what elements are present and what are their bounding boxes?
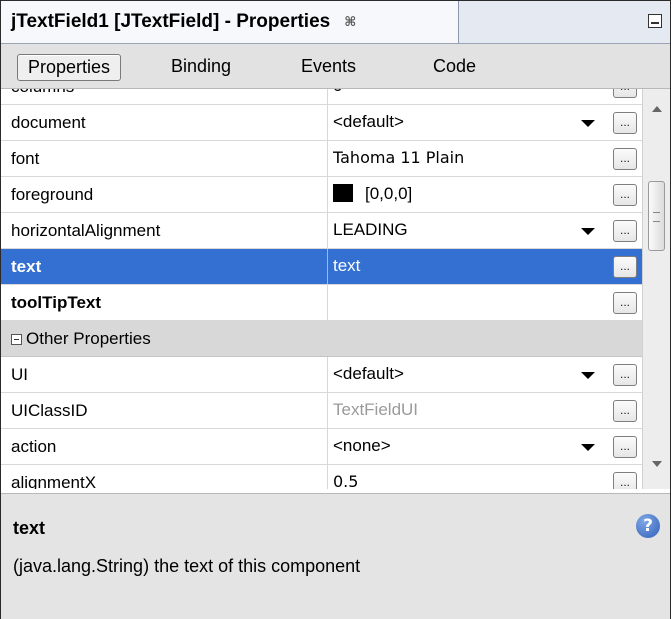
column-divider — [327, 249, 328, 284]
tab-events[interactable]: Events — [291, 54, 366, 81]
dropdown-arrow-icon[interactable] — [581, 444, 595, 451]
property-name: action — [11, 437, 57, 456]
category-label: Other Properties — [26, 329, 151, 348]
category-header: Other Properties — [11, 321, 321, 356]
tab-properties[interactable]: Properties — [17, 54, 122, 81]
vertical-scrollbar[interactable] — [642, 89, 670, 489]
property-name: document — [11, 113, 86, 132]
scroll-down-icon[interactable] — [652, 461, 662, 467]
collapse-icon[interactable] — [11, 334, 22, 345]
window-tab[interactable]: jTextField1 [JTextField] - Properties ⌘ — [1, 1, 459, 43]
property-name: UIClassID — [11, 401, 88, 420]
ellipsis-button[interactable]: ... — [613, 364, 637, 386]
property-value[interactable]: Tahoma 11 Plain — [333, 141, 593, 176]
property-name: UI — [11, 365, 28, 384]
tab-bar: Properties Binding Events Code — [1, 44, 670, 89]
close-icon[interactable]: ⌘ — [344, 14, 356, 30]
scrollbar-thumb[interactable] — [648, 181, 665, 251]
ellipsis-button[interactable]: ... — [613, 89, 637, 98]
property-name: foreground — [11, 185, 94, 204]
property-name: horizontalAlignment — [11, 221, 161, 240]
column-divider — [327, 285, 328, 320]
column-divider — [327, 357, 328, 392]
column-divider — [327, 213, 328, 248]
property-value[interactable]: 0 — [333, 89, 593, 104]
ellipsis-button[interactable]: ... — [613, 220, 637, 242]
dropdown-arrow-icon[interactable] — [581, 228, 595, 235]
property-name: alignmentX — [11, 473, 97, 489]
property-name: toolTipText — [11, 293, 102, 312]
property-name: font — [11, 149, 40, 168]
property-value[interactable] — [333, 285, 593, 320]
property-row-font[interactable]: font Tahoma 11 Plain ... — [1, 141, 642, 177]
column-divider — [327, 429, 328, 464]
property-name: text — [11, 257, 42, 276]
column-divider — [327, 141, 328, 176]
column-divider — [327, 393, 328, 428]
description-text: (java.lang.String) the text of this comp… — [13, 556, 361, 576]
ellipsis-button[interactable]: ... — [613, 112, 637, 134]
property-row-ui[interactable]: UI <default> ... — [1, 357, 642, 393]
color-swatch — [333, 183, 353, 202]
minimize-icon[interactable] — [648, 14, 662, 28]
property-row-tooltip-text[interactable]: toolTipText ... — [1, 285, 642, 321]
category-other-properties[interactable]: Other Properties — [1, 321, 642, 357]
property-value: TextFieldUI — [333, 400, 419, 419]
ellipsis-button[interactable]: ... — [613, 472, 637, 489]
column-divider — [327, 89, 328, 104]
tab-code[interactable]: Code — [423, 54, 486, 81]
property-row-foreground[interactable]: foreground [0,0,0] ... — [1, 177, 642, 213]
property-value[interactable]: LEADING — [333, 213, 593, 248]
property-row-uiclassid[interactable]: UIClassID TextFieldUI ... — [1, 393, 642, 429]
tab-binding[interactable]: Binding — [161, 54, 241, 81]
column-divider — [327, 465, 328, 489]
column-divider — [327, 177, 328, 212]
property-row-text[interactable]: text text ... — [1, 249, 642, 285]
properties-window: jTextField1 [JTextField] - Properties ⌘ … — [0, 0, 671, 619]
help-icon[interactable]: ? — [636, 514, 660, 538]
dropdown-arrow-icon[interactable] — [581, 120, 595, 127]
property-row-columns[interactable]: columns 0 ... — [1, 89, 642, 105]
ellipsis-button[interactable]: ... — [613, 292, 637, 314]
description-title: text — [13, 518, 46, 538]
property-value[interactable]: <default> — [333, 105, 593, 140]
ellipsis-button[interactable]: ... — [613, 400, 637, 422]
property-grid: columns 0 ... document <default> ... fon… — [1, 89, 670, 489]
dropdown-arrow-icon[interactable] — [581, 372, 595, 379]
ellipsis-button[interactable]: ... — [613, 148, 637, 170]
color-value: [0,0,0] — [365, 184, 413, 203]
property-value[interactable]: <default> — [333, 357, 593, 392]
property-row-horizontal-alignment[interactable]: horizontalAlignment LEADING ... — [1, 213, 642, 249]
property-row-alignmentx[interactable]: alignmentX 0.5 ... — [1, 465, 642, 489]
title-bar: jTextField1 [JTextField] - Properties ⌘ — [1, 1, 670, 44]
property-value[interactable]: text — [333, 249, 593, 284]
scroll-up-icon[interactable] — [652, 106, 662, 112]
column-divider — [327, 105, 328, 140]
ellipsis-button[interactable]: ... — [613, 256, 637, 278]
ellipsis-button[interactable]: ... — [613, 436, 637, 458]
property-row-document[interactable]: document <default> ... — [1, 105, 642, 141]
description-panel: text (java.lang.String) the text of this… — [1, 493, 670, 619]
property-row-action[interactable]: action <none> ... — [1, 429, 642, 465]
property-value[interactable]: 0.5 — [333, 465, 593, 489]
window-title: jTextField1 [JTextField] - Properties — [11, 11, 331, 32]
property-name: columns — [11, 89, 321, 104]
property-value[interactable]: [0,0,0] — [333, 177, 593, 212]
ellipsis-button[interactable]: ... — [613, 184, 637, 206]
property-value[interactable]: <none> — [333, 429, 593, 464]
